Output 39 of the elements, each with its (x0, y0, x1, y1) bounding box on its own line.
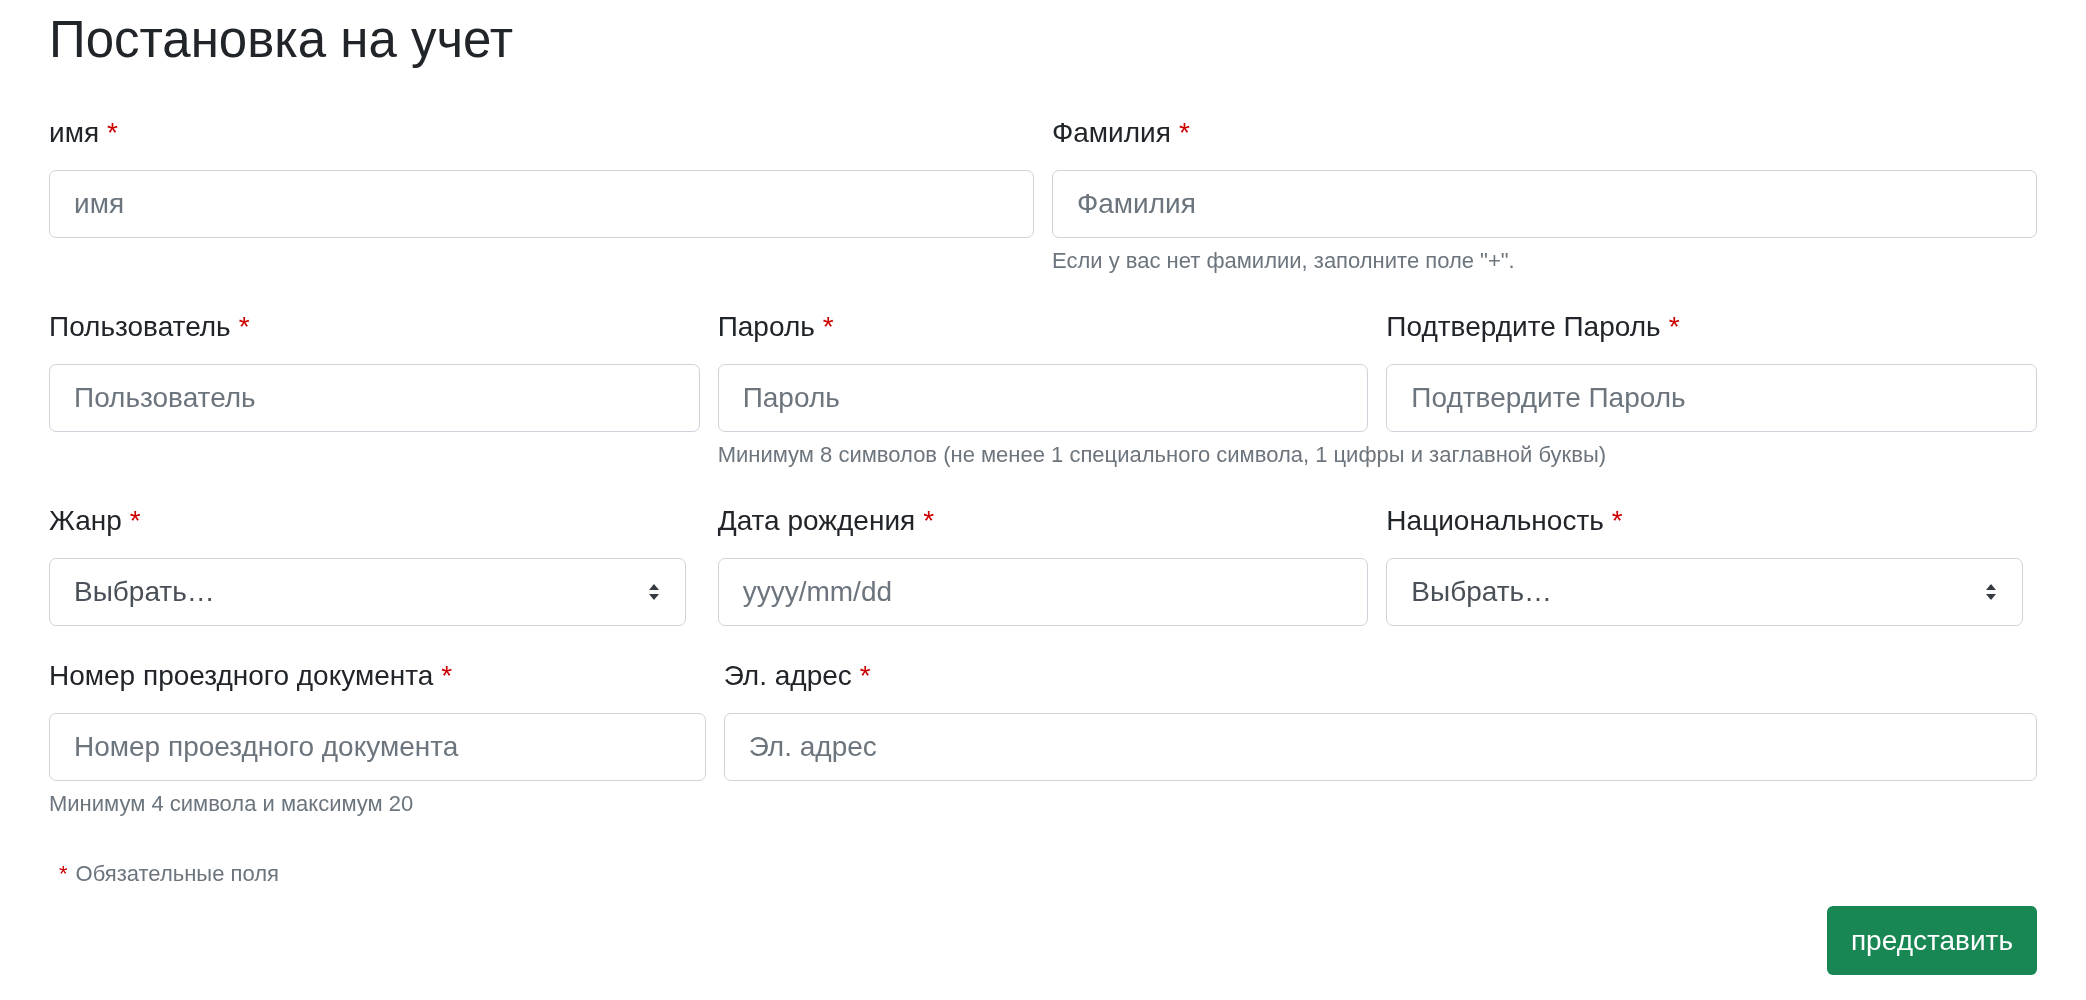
required-mark: * (129, 504, 141, 538)
input-field[interactable]: Пользователь (49, 364, 700, 432)
required-mark: * (238, 310, 250, 344)
field-label: Пароль (717, 310, 815, 344)
required-mark: * (822, 310, 834, 344)
field-label: Номер проездного документа (49, 659, 434, 693)
required-mark: * (923, 504, 935, 538)
select-field[interactable]: Выбрать… (1386, 558, 2023, 626)
select-field[interactable]: Выбрать… (49, 558, 686, 626)
submit-button[interactable]: представить (1826, 906, 2037, 975)
required-mark: * (107, 116, 118, 150)
required-mark: * (1611, 504, 1623, 538)
field-label: Фамилия (1052, 116, 1171, 150)
field-label: Пользователь (49, 310, 231, 344)
help-text: Минимум 4 символа и максимум 20 (49, 790, 414, 818)
required-mark: * (441, 659, 453, 693)
field-label: Национальность (1386, 504, 1604, 538)
page-title: Постановка на учет (49, 11, 515, 69)
help-text: Если у вас нет фамилии, заполните поле "+". (1052, 247, 1515, 275)
field-label: Подтвердите Пароль (1386, 310, 1661, 344)
password-field[interactable]: Подтвердите Пароль (1386, 364, 2037, 432)
field-label: Эл. адрес (723, 659, 852, 693)
input-field[interactable]: Фамилия (1052, 170, 2037, 238)
input-field[interactable]: Номер проездного документа (49, 713, 706, 781)
required-mark: * (59, 860, 68, 888)
email-field[interactable]: Эл. адрес (723, 713, 2037, 781)
required-mark: * (1668, 310, 1680, 344)
field-label: Жанр (49, 504, 122, 538)
up-down-arrows-icon (646, 582, 661, 602)
field-label: Дата рождения (717, 504, 916, 538)
up-down-arrows-icon (1984, 582, 1998, 602)
date-field[interactable]: yyyy/mm/dd (717, 558, 1369, 626)
required-mark: * (1178, 116, 1190, 150)
field-label: имя (49, 116, 100, 150)
input-field[interactable]: имя (49, 170, 1034, 238)
password-field[interactable]: Пароль (717, 364, 1369, 432)
required-mark: * (859, 659, 871, 693)
help-text: Минимум 8 символов (не менее 1 специального символа, 1 цифры и заглавной буквы) (717, 441, 1607, 469)
required-note: Обязательные поля (75, 860, 279, 888)
